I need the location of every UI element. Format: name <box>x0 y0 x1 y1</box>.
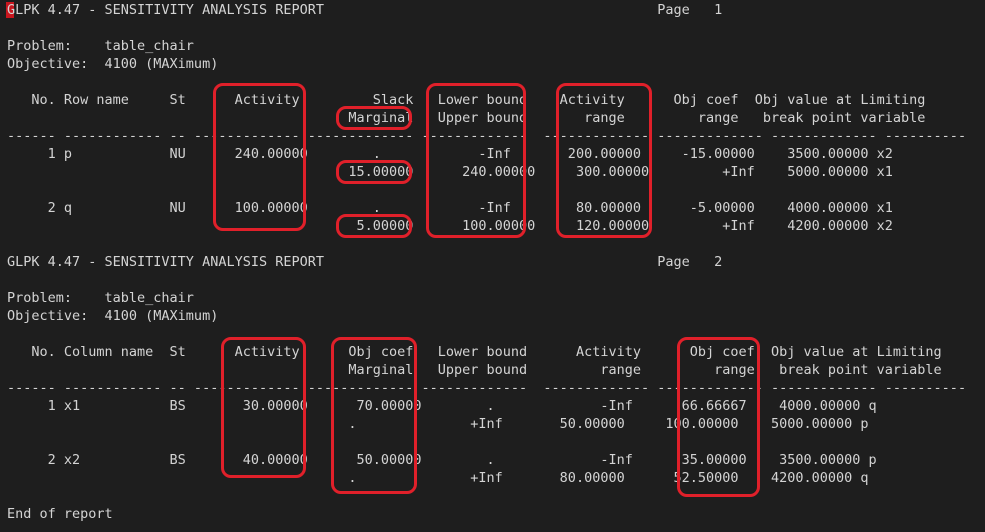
terminal-line: Problem: table_chair <box>7 290 194 306</box>
terminal-line: No. Row name St Activity Slack Lower bou… <box>7 92 926 108</box>
terminal-line: No. Column name St Activity Obj coef Low… <box>7 344 942 360</box>
terminal-line: 1 x1 BS 30.00000 70.00000 . -Inf 66.6666… <box>7 398 877 414</box>
terminal-line: 5.00000 100.00000 120.00000 +Inf 4200.00… <box>7 218 893 234</box>
terminal-line: GLPK 4.47 - SENSITIVITY ANALYSIS REPORT … <box>7 2 723 18</box>
terminal-line: End of report <box>7 506 113 522</box>
terminal-line: ------ ------------ -- ------------- ---… <box>7 128 967 144</box>
terminal-line: 2 q NU 100.00000 . -Inf 80.00000 -5.0000… <box>7 200 893 216</box>
terminal-line: Problem: table_chair <box>7 38 194 54</box>
terminal-line: GLPK 4.47 - SENSITIVITY ANALYSIS REPORT … <box>7 254 723 270</box>
terminal-line: . +Inf 80.00000 52.50000 4200.00000 q <box>7 470 869 486</box>
terminal-line: Objective: 4100 (MAXimum) <box>7 308 219 324</box>
terminal-line: . +Inf 50.00000 100.00000 5000.00000 p <box>7 416 869 432</box>
terminal-line: ------ ------------ -- ------------- ---… <box>7 380 967 396</box>
terminal-line: 15.00000 240.00000 300.00000 +Inf 5000.0… <box>7 164 893 180</box>
terminal-line: 2 x2 BS 40.00000 50.00000 . -Inf 35.0000… <box>7 452 877 468</box>
terminal-line: Objective: 4100 (MAXimum) <box>7 56 219 72</box>
terminal-window[interactable]: GLPK 4.47 - SENSITIVITY ANALYSIS REPORT … <box>0 0 985 532</box>
terminal-line: Marginal Upper bound range range break p… <box>7 362 942 378</box>
terminal-line: Marginal Upper bound range range break p… <box>7 110 926 126</box>
terminal-line: 1 p NU 240.00000 . -Inf 200.00000 -15.00… <box>7 146 893 162</box>
